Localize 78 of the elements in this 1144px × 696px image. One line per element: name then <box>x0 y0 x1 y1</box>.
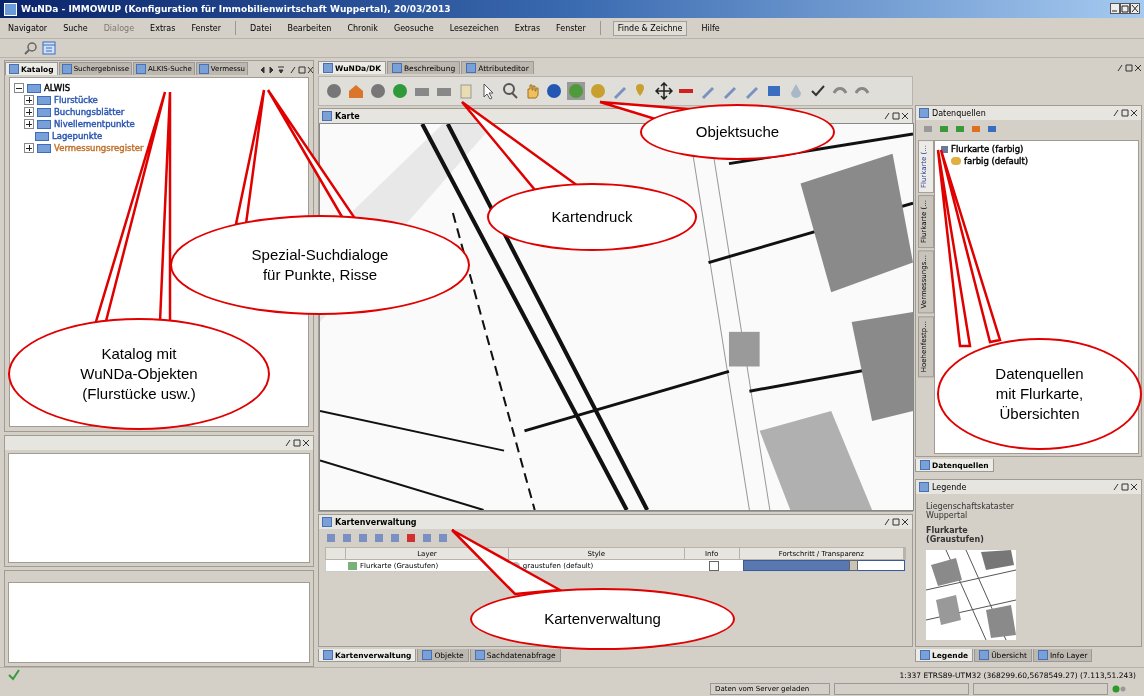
panel-controls[interactable] <box>1112 482 1138 492</box>
toolbar-icon[interactable] <box>341 532 353 544</box>
expand-icon[interactable] <box>24 119 34 129</box>
menu-item[interactable]: Lesezeichen <box>447 21 501 35</box>
menu-item[interactable]: Datei <box>248 21 274 35</box>
panel-icon <box>322 111 332 121</box>
layer-icon <box>941 145 948 153</box>
tree-item[interactable]: Flurkarte (farbig) <box>951 144 1024 154</box>
toolbar-icon[interactable] <box>421 532 433 544</box>
folder-icon <box>37 143 51 153</box>
tree-item[interactable]: Buchungsblätter <box>54 107 125 117</box>
menu-item[interactable]: Navigator <box>6 21 50 35</box>
panel-controls[interactable] <box>261 65 313 75</box>
tree-item[interactable]: ALWIS <box>44 83 71 93</box>
panel-controls[interactable] <box>1116 63 1142 73</box>
slider-thumb[interactable] <box>848 560 858 571</box>
menu-item[interactable]: Finde & Zeichne <box>612 20 688 36</box>
tree-item[interactable]: Nivellementpunkte <box>54 119 135 129</box>
folder-icon <box>27 83 41 93</box>
toolbar-icon[interactable] <box>437 532 449 544</box>
move-icon[interactable] <box>655 82 673 100</box>
checkmark-icon <box>8 669 20 681</box>
panel-controls[interactable] <box>883 517 909 527</box>
folder-icon <box>37 107 51 117</box>
tree-item[interactable]: Vermessungsregister <box>54 143 144 153</box>
toolbar-icon[interactable] <box>357 532 369 544</box>
menu-item[interactable]: Extras <box>512 21 543 35</box>
panel-controls[interactable] <box>883 111 909 121</box>
expand-icon[interactable] <box>24 95 34 105</box>
legend-source: Liegenschaftskataster Wuppertal <box>926 502 1016 520</box>
info-icon[interactable] <box>545 82 563 100</box>
folder-icon <box>37 95 51 105</box>
tree-item[interactable]: Lagepunkte <box>52 131 103 141</box>
panel-icon <box>322 517 332 527</box>
toolbar-icon[interactable] <box>405 532 417 544</box>
panel-title: Datenquellen <box>932 108 986 118</box>
window-icon[interactable] <box>42 41 56 55</box>
menu-item[interactable]: Suche <box>61 21 90 35</box>
slider[interactable] <box>743 560 905 571</box>
toolbar-icon[interactable] <box>325 532 337 544</box>
window-controls[interactable] <box>1110 3 1140 15</box>
style-icon <box>951 157 961 165</box>
toolbar-icon[interactable] <box>986 123 998 135</box>
folder-icon <box>37 119 51 129</box>
panel-controls[interactable] <box>1112 108 1138 118</box>
search-icon[interactable] <box>24 41 38 55</box>
tree-item[interactable]: Flurstücke <box>54 95 98 105</box>
menu-item[interactable]: Fenster <box>554 21 588 35</box>
expand-icon[interactable] <box>24 107 34 117</box>
toolbar-icon[interactable] <box>938 123 950 135</box>
menu-item[interactable]: Fenster <box>189 21 224 35</box>
panel-title: Karte <box>335 111 360 121</box>
menu-item[interactable]: Extras <box>148 21 178 35</box>
toolbar-icon[interactable] <box>954 123 966 135</box>
window-title: WuNDa - IMMOWUP (Konfiguration für Immobilienwirtschaft Wuppertal), 20/03/2013 <box>21 4 451 14</box>
refresh-icon[interactable] <box>391 82 409 100</box>
toolbar-icon[interactable] <box>373 532 385 544</box>
expand-icon[interactable] <box>24 143 34 153</box>
panel-title: Kartenverwaltung <box>335 517 417 527</box>
toolbar-icon[interactable] <box>970 123 982 135</box>
menu-item[interactable]: Geosuche <box>391 21 436 35</box>
toolbar-icon[interactable] <box>389 532 401 544</box>
panel-icon <box>919 482 929 492</box>
panel-title: Legende <box>932 482 967 492</box>
collapse-icon[interactable] <box>14 83 24 93</box>
legend-layer: Flurkarte (Graustufen) <box>926 526 985 544</box>
menu-item[interactable]: Chronik <box>345 21 380 35</box>
tree-item[interactable]: farbig (default) <box>964 156 1029 166</box>
status-icon <box>1112 684 1126 694</box>
zoom-icon[interactable] <box>501 82 519 100</box>
menu-item[interactable]: Bearbeiten <box>285 21 334 35</box>
panel-controls[interactable] <box>284 438 310 448</box>
home-icon[interactable] <box>347 82 365 100</box>
toolbar-icon[interactable] <box>922 123 934 135</box>
app-icon <box>4 2 17 16</box>
panel-icon <box>919 108 929 118</box>
checkbox[interactable] <box>708 560 719 571</box>
menu-item[interactable]: Hilfe <box>699 21 722 35</box>
